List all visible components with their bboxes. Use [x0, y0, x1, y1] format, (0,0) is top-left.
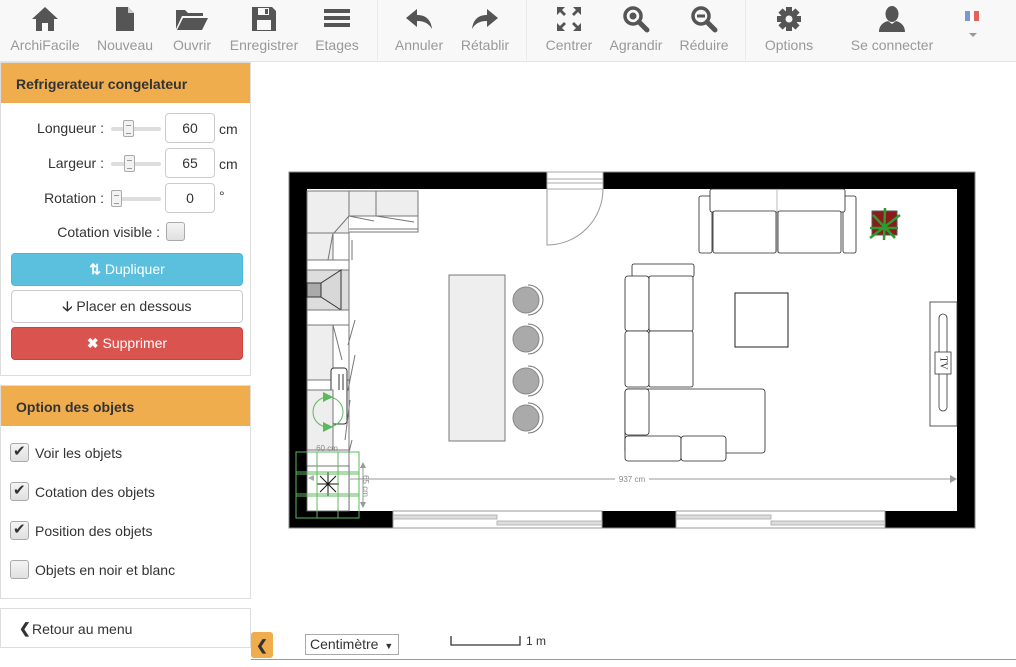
rotation-input[interactable]: 0 — [165, 183, 215, 213]
longueur-input[interactable]: 60 — [165, 113, 215, 143]
stool — [512, 286, 540, 314]
chevron-left-icon: ❮ — [256, 637, 268, 653]
chevron-left-icon: ❮ — [19, 620, 31, 636]
folder-open-icon — [175, 0, 209, 38]
rotation-slider[interactable] — [111, 190, 161, 207]
agrandir-button[interactable]: Agrandir — [606, 0, 666, 62]
window-right[interactable] — [675, 510, 886, 529]
kitchen-island[interactable] — [448, 274, 506, 442]
home-icon — [31, 0, 59, 38]
retweet-icon: ⇅ — [89, 261, 101, 277]
reduire-button[interactable]: Réduire — [676, 0, 732, 62]
cotation-visible-label: Cotation visible : — [57, 224, 160, 240]
tv-label: TV — [938, 356, 949, 370]
width-dimension-label: 937 cm — [619, 475, 646, 484]
cotation-objets-label: Cotation des objets — [35, 484, 155, 500]
file-icon — [115, 0, 135, 38]
longueur-unit: cm — [219, 121, 238, 137]
coffee-table[interactable] — [734, 292, 789, 348]
stool — [512, 325, 540, 353]
stool — [512, 404, 540, 432]
toolbar-divider — [526, 0, 527, 62]
collapse-sidebar-button[interactable]: ❮ — [251, 632, 273, 658]
sidebar: Refrigerateur congelateur Longueur : 60 … — [0, 62, 251, 662]
rotation-unit: ° — [219, 188, 225, 204]
plant[interactable] — [869, 207, 901, 241]
longueur-slider[interactable] — [111, 120, 161, 137]
language-dropdown-caret[interactable] — [969, 33, 977, 37]
unit-select[interactable]: Centimètre ▼ — [305, 634, 399, 655]
toolbar: ArchiFacile Nouveau Ouvrir Enregistrer E… — [0, 0, 1016, 62]
toolbar-divider — [377, 0, 378, 62]
retablir-button[interactable]: Rétablir — [458, 0, 512, 62]
stool — [512, 367, 540, 395]
options-button[interactable]: Options — [760, 0, 818, 62]
largeur-label: Largeur : — [47, 155, 104, 171]
largeur-slider[interactable] — [111, 155, 161, 172]
user-icon — [878, 0, 906, 38]
bar-stools[interactable] — [512, 284, 544, 434]
wall-left — [289, 172, 307, 528]
dupliquer-button[interactable]: ⇅ Dupliquer — [11, 253, 243, 286]
cotation-visible-checkbox[interactable] — [166, 222, 185, 241]
largeur-input[interactable]: 65 — [165, 148, 215, 178]
toolbar-divider — [745, 0, 746, 62]
wall-top — [289, 172, 975, 189]
voir-objets-checkbox[interactable] — [10, 442, 29, 462]
retour-menu-button[interactable]: ❮ Retour au menu — [0, 608, 251, 648]
object-options-panel: Option des objets Voir les objets Cotati… — [0, 385, 251, 599]
object-title: Refrigerateur congelateur — [1, 63, 250, 103]
longueur-slider-handle[interactable] — [123, 120, 134, 137]
placer-en-dessous-button[interactable]: 🡣 Placer en dessous — [11, 290, 243, 323]
list-icon — [324, 0, 350, 38]
nouveau-button[interactable]: Nouveau — [94, 0, 156, 62]
position-objets-checkbox[interactable] — [10, 520, 29, 540]
window-left[interactable] — [392, 510, 603, 529]
noir-blanc-checkbox[interactable] — [10, 560, 29, 579]
rotation-slider-handle[interactable] — [111, 190, 122, 207]
centrer-button[interactable]: Centrer — [542, 0, 596, 62]
position-objets-label: Position des objets — [35, 523, 153, 539]
archifacile-button[interactable]: ArchiFacile — [8, 0, 82, 62]
rotation-label: Rotation : — [44, 190, 104, 206]
flag-fr-icon[interactable] — [965, 11, 980, 21]
options-title: Option des objets — [1, 386, 250, 426]
cotation-objets-checkbox[interactable] — [10, 481, 29, 501]
caret-down-icon: ▼ — [384, 641, 394, 651]
remove-icon: ✖ — [86, 335, 99, 351]
se-connecter-button[interactable]: Se connecter — [846, 0, 938, 62]
floor-plan[interactable]: TV 937 cm 60 cm 65 cm — [251, 62, 1016, 662]
voir-objets-label: Voir les objets — [35, 445, 123, 461]
wall-right — [957, 172, 975, 528]
fridge-width-label: 65 cm — [361, 475, 370, 497]
etages-button[interactable]: Etages — [312, 0, 362, 62]
longueur-label: Longueur : — [37, 120, 104, 136]
zoom-out-icon — [690, 0, 718, 38]
tv-unit[interactable]: TV — [929, 301, 958, 427]
ouvrir-button[interactable]: Ouvrir — [168, 0, 216, 62]
arrow-down-icon: 🡣 — [62, 298, 73, 314]
sofa-top[interactable] — [698, 188, 857, 254]
fridge-length-label: 60 cm — [316, 444, 338, 453]
plan-canvas[interactable]: TV 937 cm 60 cm 65 cm — [251, 62, 1016, 662]
zoom-in-icon — [622, 0, 650, 38]
enregistrer-button[interactable]: Enregistrer — [226, 0, 302, 62]
object-properties-panel: Refrigerateur congelateur Longueur : 60 … — [0, 62, 251, 376]
redo-icon — [471, 0, 499, 38]
fullscreen-icon — [556, 0, 582, 38]
canvas-bottom-border — [251, 659, 1016, 660]
gear-icon — [776, 0, 802, 38]
scale-bar — [450, 636, 521, 646]
scale-label: 1 m — [526, 634, 547, 648]
annuler-button[interactable]: Annuler — [392, 0, 446, 62]
save-icon — [251, 0, 277, 38]
largeur-unit: cm — [219, 156, 238, 172]
noir-blanc-label: Objets en noir et blanc — [35, 562, 176, 578]
supprimer-button[interactable]: ✖ Supprimer — [11, 327, 243, 360]
largeur-slider-handle[interactable] — [124, 155, 135, 172]
door[interactable] — [546, 171, 604, 246]
undo-icon — [405, 0, 433, 38]
width-dimension: 937 cm — [350, 473, 957, 484]
